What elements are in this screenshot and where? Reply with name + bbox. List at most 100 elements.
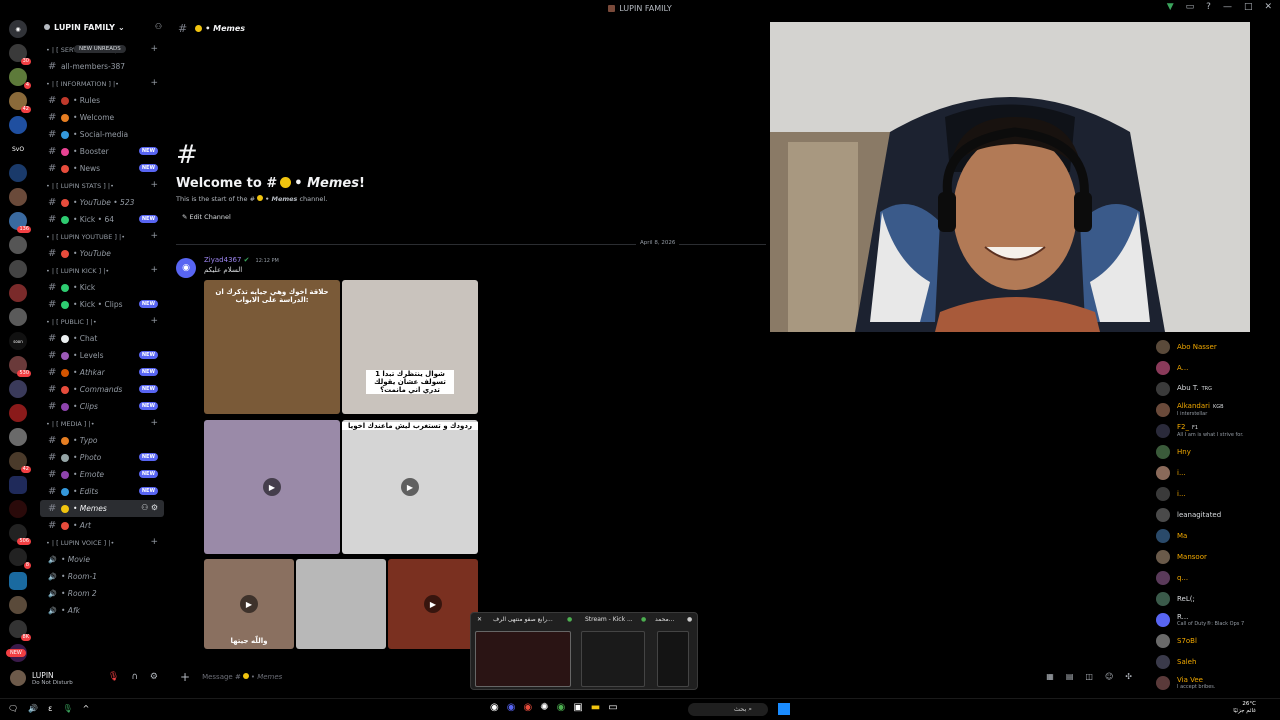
play-icon[interactable]: ▶ xyxy=(240,595,258,613)
server-header[interactable]: LUPIN FAMILY ⌄ ⚇ xyxy=(36,16,168,38)
channel-item[interactable]: # • Levels NEW xyxy=(36,347,168,364)
channel-item[interactable]: 🔊 • Room-1 xyxy=(36,568,168,585)
network-icon[interactable]: ε xyxy=(48,704,52,713)
member-item[interactable]: Abo Nasser xyxy=(1150,336,1280,357)
server-icon[interactable] xyxy=(9,404,27,422)
member-item[interactable]: q... xyxy=(1150,567,1280,588)
channel-item[interactable]: # • Commands NEW xyxy=(36,381,168,398)
server-icon[interactable] xyxy=(9,428,27,446)
channel-item[interactable]: # • News NEW xyxy=(36,160,168,177)
gif-icon[interactable]: ▤ xyxy=(1066,672,1074,681)
channel-item[interactable]: # • Rules xyxy=(36,92,168,109)
channel-category[interactable]: • | [ LUPIN STATS ] |• + xyxy=(36,177,168,194)
avatar[interactable] xyxy=(1156,423,1170,438)
member-item[interactable]: R... Call of Duty®: Black Ops 7 xyxy=(1150,609,1280,630)
discord-home-icon[interactable]: ◉ xyxy=(9,20,27,38)
channel-item[interactable]: # • Emote NEW xyxy=(36,466,168,483)
media-attachment[interactable]: حلاقة اخوك وهي جيايه تذكرك ان الدراسة عل… xyxy=(204,280,340,414)
member-item[interactable]: Saleh xyxy=(1150,651,1280,672)
play-icon[interactable]: ▶ xyxy=(401,478,419,496)
server-icon[interactable] xyxy=(9,188,27,206)
channel-settings-icon[interactable]: ⚇ ⚙ xyxy=(141,503,158,512)
message-author[interactable]: Ziyad4367 ✔ 12:12 PM xyxy=(204,256,279,264)
member-item[interactable]: Hny xyxy=(1150,441,1280,462)
server-icon[interactable]: 136 xyxy=(9,212,31,233)
channel-item[interactable]: # • Edits NEW xyxy=(36,483,168,500)
emoji-icon[interactable]: ☺ xyxy=(1105,672,1113,681)
member-item[interactable]: Mansoor xyxy=(1150,546,1280,567)
channel-category[interactable]: • | [ MEDIA ] |• + xyxy=(36,415,168,432)
avatar[interactable] xyxy=(1156,402,1170,417)
member-item[interactable]: F2_ F1 All I am is what I strive for. xyxy=(1150,420,1280,441)
channel-item[interactable]: # • Chat xyxy=(36,330,168,347)
channel-item[interactable]: # • Kick • Clips NEW xyxy=(36,296,168,313)
gear-icon[interactable]: ⚙ xyxy=(150,672,158,682)
server-icon[interactable]: 4 xyxy=(9,68,31,89)
channel-item[interactable]: # • Welcome xyxy=(36,109,168,126)
inbox-icon[interactable]: ▭ xyxy=(1186,2,1195,12)
server-icon[interactable]: SvO xyxy=(9,140,27,158)
preview-title-1[interactable]: رابع صفو منتهى الرف... xyxy=(493,616,553,623)
server-icon[interactable] xyxy=(9,284,27,302)
add-channel-icon[interactable]: + xyxy=(150,78,158,88)
edit-channel-button[interactable]: ✎ Edit Channel xyxy=(182,213,736,221)
window-thumbnail[interactable] xyxy=(581,631,645,687)
add-channel-icon[interactable]: + xyxy=(150,231,158,241)
settings-app-icon[interactable]: ✺ xyxy=(540,702,548,713)
member-item[interactable]: leanagitated xyxy=(1150,504,1280,525)
avatar[interactable] xyxy=(10,670,26,686)
add-channel-icon[interactable]: + xyxy=(150,180,158,190)
add-member-icon[interactable]: ⚇ xyxy=(155,22,162,31)
member-item[interactable]: Alkandari KGB I interstellar xyxy=(1150,399,1280,420)
terminal-icon[interactable]: ▭ xyxy=(608,702,617,713)
channel-item[interactable]: # • Booster NEW xyxy=(36,143,168,160)
add-channel-icon[interactable]: + xyxy=(150,316,158,326)
chevron-up-icon[interactable]: ^ xyxy=(83,704,90,713)
channel-item[interactable]: # • Art xyxy=(36,517,168,534)
member-item[interactable]: i... xyxy=(1150,483,1280,504)
discord-app-icon[interactable]: ◉ xyxy=(507,702,516,713)
new-unreads-pill[interactable]: NEW UNREADS xyxy=(74,45,126,53)
server-icon[interactable] xyxy=(9,236,27,254)
server-icon[interactable]: 30 xyxy=(9,44,31,65)
maximize-button[interactable]: □ xyxy=(1244,2,1253,12)
media-attachment[interactable]: 1 شوال ينتظرك تبدا تسولف عشان يقولك تدري… xyxy=(342,280,478,414)
avatar[interactable] xyxy=(1156,444,1170,459)
stream-video[interactable] xyxy=(770,22,1250,332)
download-icon[interactable]: ▼ xyxy=(1167,2,1174,12)
preview-title-3[interactable]: محمد... xyxy=(655,616,674,623)
server-icon[interactable]: 8 xyxy=(9,548,31,569)
window-thumbnail[interactable] xyxy=(475,631,571,687)
member-item[interactable]: ReL(; xyxy=(1150,588,1280,609)
member-item[interactable]: S7oBl xyxy=(1150,630,1280,651)
server-icon[interactable] xyxy=(9,260,27,278)
media-attachment[interactable]: واللّه جيتها ▶ xyxy=(204,559,294,649)
channel-item[interactable]: # • Clips NEW xyxy=(36,398,168,415)
avatar[interactable] xyxy=(1156,654,1170,669)
channel-category[interactable]: • | [ LUPIN VOICE ] |• + xyxy=(36,534,168,551)
avatar[interactable] xyxy=(1156,549,1170,564)
taskbar-search[interactable]: بحث ⌕ xyxy=(688,703,768,716)
add-attachment-icon[interactable]: + xyxy=(180,670,190,684)
member-item[interactable]: Ma xyxy=(1150,525,1280,546)
channel-item[interactable]: # • Social-media xyxy=(36,126,168,143)
avatar[interactable] xyxy=(1156,381,1170,396)
media-attachment[interactable] xyxy=(296,559,386,649)
server-icon[interactable]: 506 xyxy=(9,524,31,545)
channel-item[interactable]: # • YouTube xyxy=(36,245,168,262)
channel-item[interactable]: # • Memes ⚇ ⚙ xyxy=(40,500,164,517)
avatar[interactable] xyxy=(1156,633,1170,648)
avatar[interactable] xyxy=(1156,675,1170,690)
channel-item[interactable]: # • YouTube • 523 xyxy=(36,194,168,211)
sticker-icon[interactable]: ◫ xyxy=(1085,672,1093,681)
channel-category[interactable]: • | [ PUBLIC ] |• + xyxy=(36,313,168,330)
preview-title-2[interactable]: Stream - Kick ... xyxy=(585,616,633,623)
server-icon[interactable] xyxy=(9,164,27,182)
channel-category[interactable]: • | [ INFORMATION ] |• + xyxy=(36,75,168,92)
avatar[interactable] xyxy=(1156,528,1170,543)
server-icon[interactable]: 8K xyxy=(9,620,31,641)
headphones-icon[interactable]: ∩ xyxy=(131,672,138,682)
channel-category[interactable]: • | [ LUPIN KICK ] |• + xyxy=(36,262,168,279)
minimize-button[interactable]: — xyxy=(1223,2,1232,12)
channel-item[interactable]: 🔊 • Afk xyxy=(36,602,168,619)
